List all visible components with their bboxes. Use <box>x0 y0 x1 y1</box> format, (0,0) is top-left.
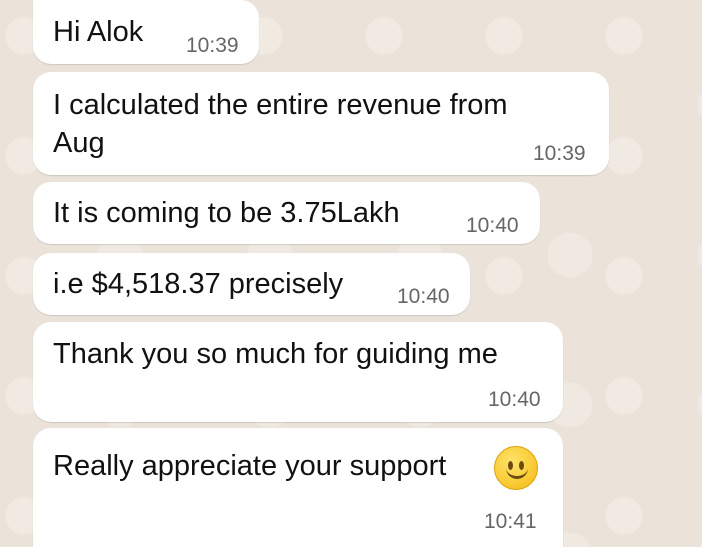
message-time: 10:40 <box>466 214 519 237</box>
message-text: i.e $4,518.37 precisely <box>53 268 344 300</box>
message-text: Hi Alok <box>53 16 144 48</box>
message-time: 10:39 <box>186 34 239 57</box>
message-time: 10:41 <box>484 510 537 533</box>
message-text: I calculated the entire revenue from Aug <box>53 89 508 159</box>
slightly-smiling-face-icon <box>494 446 538 490</box>
message-time: 10:40 <box>397 285 450 308</box>
message-time: 10:39 <box>533 142 586 165</box>
message-bubble[interactable]: Thank you so much for guiding me 10:40 <box>33 322 563 422</box>
message-bubble[interactable]: It is coming to be 3.75Lakh 10:40 <box>33 182 540 244</box>
chat-message-list[interactable]: Hi Alok 10:39 I calculated the entire re… <box>0 0 702 547</box>
message-bubble[interactable]: I calculated the entire revenue from Aug… <box>33 72 609 175</box>
message-bubble[interactable]: Hi Alok 10:39 <box>33 0 259 64</box>
message-bubble[interactable]: i.e $4,518.37 precisely 10:40 <box>33 253 470 315</box>
message-bubble[interactable]: Really appreciate your support 10:41 <box>33 428 563 547</box>
message-text: Thank you so much for guiding me <box>53 338 498 370</box>
message-text: It is coming to be 3.75Lakh <box>53 197 400 229</box>
message-text: Really appreciate your support <box>53 450 447 482</box>
message-time: 10:40 <box>488 388 541 411</box>
